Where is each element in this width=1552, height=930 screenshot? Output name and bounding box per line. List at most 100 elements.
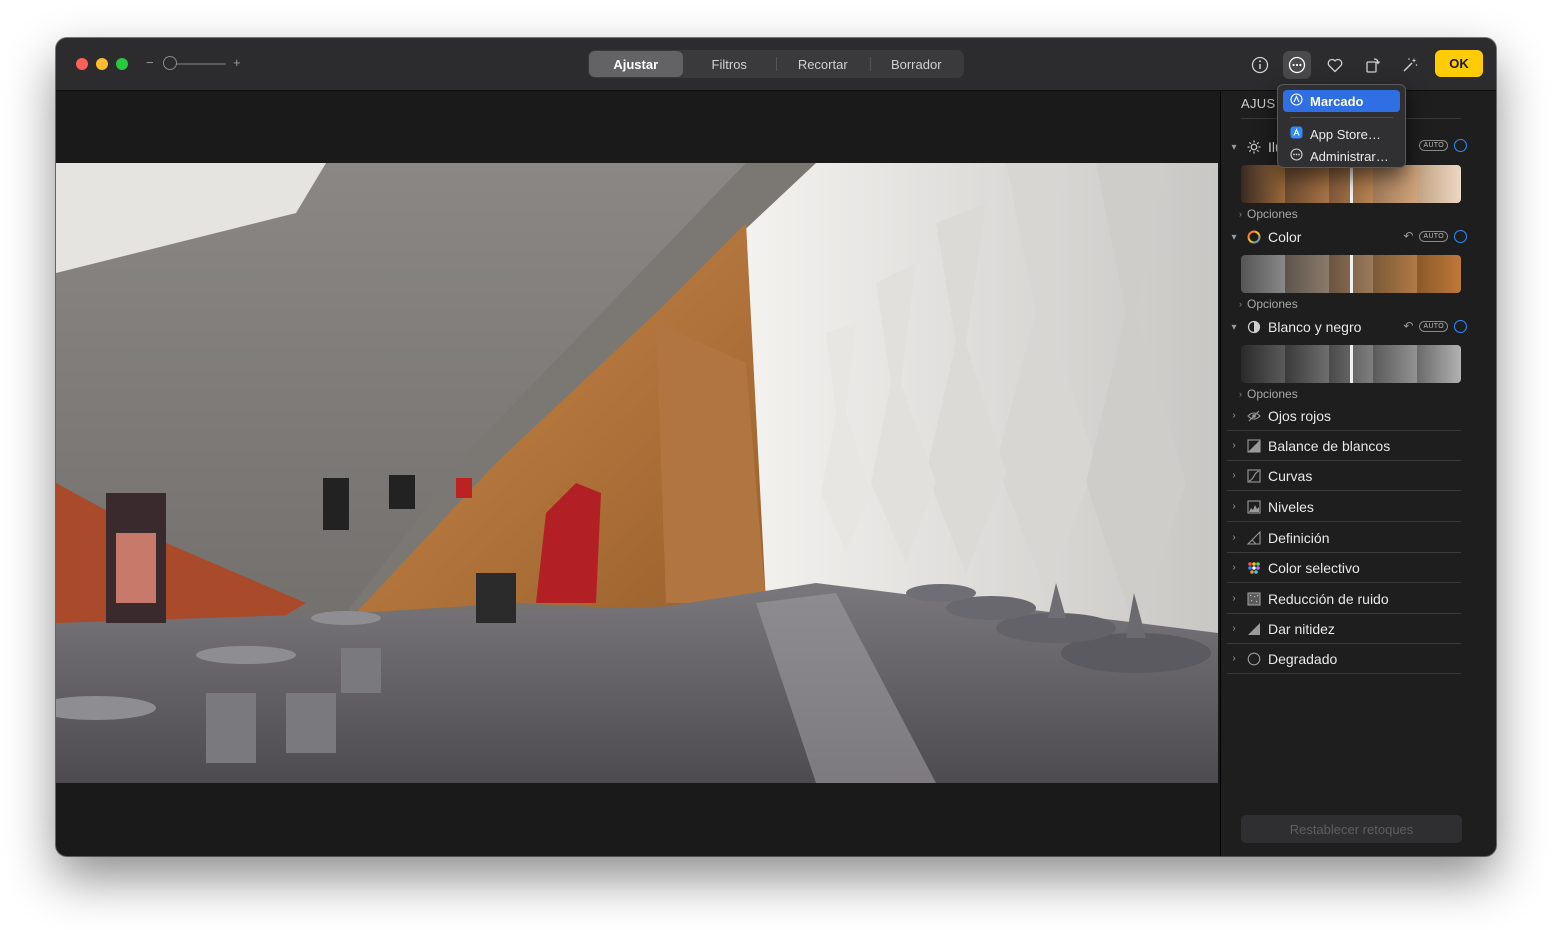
eye-icon: [1243, 409, 1265, 423]
chevron-right-icon: ›: [1232, 410, 1236, 421]
menu-item-marcado-label: Marcado: [1310, 93, 1364, 109]
auto-button[interactable]: AUTO: [1419, 320, 1448, 332]
luz-options[interactable]: › Opciones: [1239, 207, 1298, 221]
section-bw-tools: ↶ AUTO: [1403, 319, 1467, 333]
rotate-icon[interactable]: [1359, 51, 1387, 79]
toggle-adjustment-button[interactable]: [1454, 229, 1467, 243]
vignette-icon: [1243, 652, 1265, 666]
toggle-adjustment-button[interactable]: [1454, 139, 1467, 152]
extensions-icon[interactable]: [1283, 51, 1311, 79]
adjustments-sidebar: AJUS ▾ Ilu AUTO › Opciones ▾ Color ↶ AUT…: [1220, 91, 1496, 856]
section-blanco-y-negro[interactable]: ▾ Blanco y negro ↶ AUTO: [1227, 316, 1467, 338]
sharpen-icon: [1243, 622, 1265, 636]
preview-strip-slider[interactable]: [1350, 165, 1353, 203]
curves-icon: [1243, 468, 1265, 483]
tool-color-selectivo-label: Color selectivo: [1268, 559, 1360, 576]
tool-ojos-rojos-label: Ojos rojos: [1268, 407, 1332, 424]
menu-item-app-store-label: App Store…: [1310, 126, 1381, 142]
color-options-label: Opciones: [1247, 297, 1298, 311]
undo-icon[interactable]: ↶: [1403, 319, 1413, 333]
chevron-right-icon: ›: [1232, 501, 1236, 512]
auto-button[interactable]: AUTO: [1419, 230, 1448, 242]
tool-balance-de-blancos-label: Balance de blancos: [1268, 437, 1391, 454]
ok-button[interactable]: OK: [1435, 50, 1483, 77]
menu-item-marcado[interactable]: Marcado: [1283, 90, 1400, 112]
color-wheel-icon: [1243, 230, 1265, 244]
extensions-menu: Marcado App Store… Administrar…: [1277, 84, 1406, 168]
auto-button[interactable]: AUTO: [1419, 140, 1448, 151]
zoom-out-icon[interactable]: −: [146, 55, 154, 70]
tool-niveles-label: Niveles: [1268, 498, 1314, 515]
tab-ajustar[interactable]: Ajustar: [589, 51, 683, 77]
chevron-right-icon: ›: [1232, 470, 1236, 481]
bw-preview-strip[interactable]: [1241, 345, 1461, 383]
undo-icon[interactable]: ↶: [1403, 229, 1413, 243]
photo-canvas: [56, 91, 1220, 856]
chevron-right-icon: ›: [1232, 562, 1236, 573]
tool-dar-nitidez[interactable]: › Dar nitidez: [1227, 614, 1461, 644]
tool-degradado[interactable]: › Degradado: [1227, 644, 1461, 674]
selective-color-icon: [1243, 561, 1265, 575]
chevron-right-icon: ›: [1232, 532, 1236, 543]
noise-reduction-icon: [1243, 591, 1265, 606]
luz-options-label: Opciones: [1247, 207, 1298, 221]
toggle-adjustment-button[interactable]: [1454, 319, 1467, 333]
close-window-button[interactable]: [76, 58, 88, 70]
info-icon[interactable]: [1246, 51, 1274, 79]
chevron-right-icon: ›: [1239, 209, 1242, 219]
preview-strip-slider[interactable]: [1350, 345, 1353, 383]
levels-icon: [1243, 499, 1265, 514]
definition-icon: [1243, 530, 1265, 545]
zoom-window-button[interactable]: [116, 58, 128, 70]
color-options[interactable]: › Opciones: [1239, 297, 1298, 311]
tab-recortar[interactable]: Recortar: [776, 51, 870, 77]
bw-options[interactable]: › Opciones: [1239, 387, 1298, 401]
white-balance-icon: [1243, 438, 1265, 453]
section-color-label: Color: [1268, 229, 1302, 245]
tool-definicion-label: Definición: [1268, 529, 1330, 546]
sun-icon: [1243, 140, 1265, 154]
zoom-in-icon[interactable]: +: [233, 55, 241, 70]
tool-ojos-rojos[interactable]: › Ojos rojos: [1227, 401, 1461, 431]
chevron-right-icon: ›: [1239, 389, 1242, 399]
chevron-right-icon: ›: [1232, 653, 1236, 664]
tab-borrador[interactable]: Borrador: [869, 51, 964, 77]
chevron-right-icon: ›: [1239, 299, 1242, 309]
half-circle-icon: [1243, 320, 1265, 334]
section-color[interactable]: ▾ Color ↶ AUTO: [1227, 226, 1467, 248]
tool-definicion[interactable]: › Definición: [1227, 523, 1461, 553]
tool-niveles[interactable]: › Niveles: [1227, 492, 1461, 522]
edited-photo[interactable]: [56, 163, 1218, 783]
chevron-down-icon[interactable]: ▾: [1227, 142, 1241, 153]
menu-item-administrar[interactable]: Administrar…: [1283, 145, 1400, 167]
section-luz-tools: AUTO: [1419, 139, 1467, 152]
chevron-down-icon[interactable]: ▾: [1227, 322, 1241, 333]
tool-balance-de-blancos[interactable]: › Balance de blancos: [1227, 431, 1461, 461]
magic-wand-icon[interactable]: [1396, 51, 1424, 79]
tool-degradado-label: Degradado: [1268, 650, 1338, 667]
zoom-slider-knob[interactable]: [163, 56, 177, 70]
section-color-tools: ↶ AUTO: [1403, 229, 1467, 243]
tool-curvas[interactable]: › Curvas: [1227, 461, 1461, 491]
minimize-window-button[interactable]: [96, 58, 108, 70]
tool-curvas-label: Curvas: [1268, 467, 1313, 484]
more-icon: [1290, 148, 1303, 164]
edit-mode-tabs: Ajustar Filtros Recortar Borrador: [588, 50, 964, 78]
menu-item-app-store[interactable]: App Store…: [1283, 123, 1400, 145]
tab-filtros[interactable]: Filtros: [683, 51, 777, 77]
tool-color-selectivo[interactable]: › Color selectivo: [1227, 553, 1461, 583]
toolbar: − + Ajustar Filtros Recortar Borrador OK: [56, 38, 1496, 91]
chevron-down-icon[interactable]: ▾: [1227, 232, 1241, 243]
color-preview-strip[interactable]: [1241, 255, 1461, 293]
tool-reduccion-de-ruido-label: Reducción de ruido: [1268, 590, 1389, 607]
reset-adjustments-button[interactable]: Restablecer retoques: [1241, 815, 1462, 843]
light-preview-strip[interactable]: [1241, 165, 1461, 203]
chevron-right-icon: ›: [1232, 593, 1236, 604]
tool-dar-nitidez-label: Dar nitidez: [1268, 620, 1335, 637]
chevron-right-icon: ›: [1232, 440, 1236, 451]
bw-options-label: Opciones: [1247, 387, 1298, 401]
preview-strip-slider[interactable]: [1350, 255, 1353, 293]
heart-icon[interactable]: [1321, 51, 1349, 79]
tool-reduccion-de-ruido[interactable]: › Reducción de ruido: [1227, 584, 1461, 614]
menu-item-administrar-label: Administrar…: [1310, 148, 1389, 164]
